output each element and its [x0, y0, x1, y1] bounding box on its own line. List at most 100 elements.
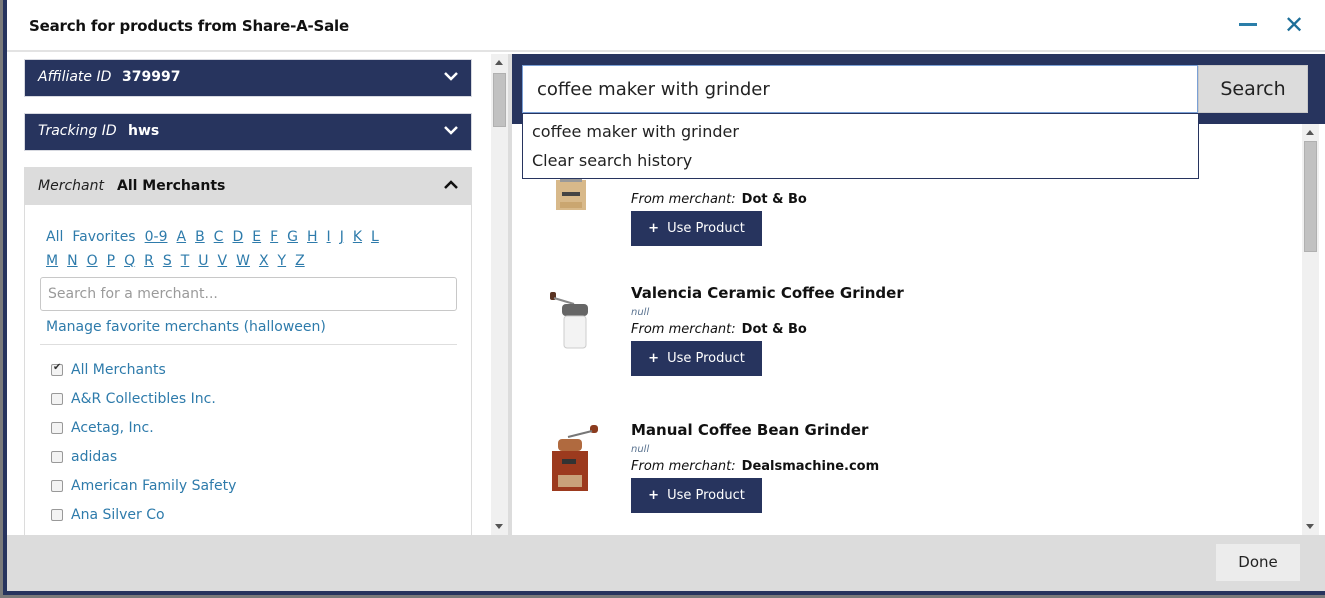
alpha-filter-o[interactable]: O: [87, 253, 98, 269]
alpha-filter-x[interactable]: X: [259, 253, 269, 269]
close-button[interactable]: ✕: [1279, 10, 1309, 40]
alpha-filter-0-9[interactable]: 0-9: [145, 229, 168, 245]
scrollbar-thumb[interactable]: [493, 73, 506, 127]
merchant-name: A&R Collectibles Inc.: [71, 391, 216, 407]
alpha-filter-j[interactable]: J: [340, 229, 344, 245]
scroll-up-icon[interactable]: [495, 60, 503, 65]
alpha-filter-h[interactable]: H: [307, 229, 318, 245]
manage-favorites-link[interactable]: Manage favorite merchants (halloween): [46, 319, 326, 335]
product-result: Valencia Ceramic Coffee Grinder null From …: [512, 284, 1292, 404]
dialog-title: Search for products from Share-A-Sale: [29, 17, 349, 35]
minimize-icon: [1239, 23, 1257, 26]
use-product-button[interactable]: + Use Product: [631, 478, 762, 513]
product-merchant: From merchant: Dot & Bo: [631, 192, 807, 207]
use-product-label: Use Product: [667, 488, 745, 503]
product-merchant: From merchant: Dealsmachine.com: [631, 459, 879, 474]
alpha-filter-e[interactable]: E: [252, 229, 261, 245]
search-button[interactable]: Search: [1198, 65, 1308, 113]
alpha-filter-p[interactable]: P: [107, 253, 115, 269]
suggestion-item[interactable]: coffee maker with grinder: [532, 122, 739, 141]
product-title[interactable]: Valencia Ceramic Coffee Grinder: [631, 284, 904, 302]
merchant-checkbox[interactable]: [51, 451, 63, 463]
alpha-filter-v[interactable]: V: [218, 253, 228, 269]
results-scrollbar[interactable]: [1302, 124, 1319, 535]
merchant-checkbox[interactable]: [51, 393, 63, 405]
use-product-label: Use Product: [667, 221, 745, 236]
product-title[interactable]: Manual Coffee Bean Grinder: [631, 421, 868, 439]
clear-search-history[interactable]: Clear search history: [532, 151, 692, 170]
alpha-filter-k[interactable]: K: [353, 229, 362, 245]
chevron-up-icon: [444, 180, 458, 189]
alpha-filter-row: All Favorites 0-9 A B C D E F G H I J K L: [46, 229, 388, 245]
search-suggestions-dropdown: coffee maker with grinder Clear search h…: [522, 114, 1199, 179]
alpha-filter-s[interactable]: S: [163, 253, 172, 269]
scroll-down-icon[interactable]: [1306, 524, 1314, 529]
merchant-name: All Merchants: [71, 362, 166, 378]
alpha-filter-row: MNOPQRSTUVWXYZ: [46, 253, 314, 269]
alpha-filter-u[interactable]: U: [198, 253, 208, 269]
merchant-search-input[interactable]: [40, 277, 457, 311]
alpha-filter-all[interactable]: All: [46, 229, 63, 245]
alpha-filter-favorites[interactable]: Favorites: [72, 229, 135, 245]
merchant-name: American Family Safety: [71, 478, 237, 494]
plus-icon: +: [648, 488, 660, 503]
alpha-filter-g[interactable]: G: [287, 229, 298, 245]
tracking-id-label: Tracking ID: [38, 123, 117, 139]
merchant-accordion[interactable]: Merchant All Merchants: [25, 168, 471, 205]
from-merchant-label: From merchant:: [631, 322, 736, 337]
filter-panel: Affiliate ID 379997 Tracking ID hws Merc…: [7, 54, 491, 535]
merchant-name: Dot & Bo: [741, 322, 807, 337]
alpha-filter-r[interactable]: R: [144, 253, 154, 269]
alpha-filter-i[interactable]: I: [327, 229, 331, 245]
merchant-name: adidas: [71, 449, 118, 465]
affiliate-id-accordion[interactable]: Affiliate ID 379997: [24, 59, 472, 97]
filter-panel-scrollbar[interactable]: [491, 54, 508, 535]
tracking-id-accordion[interactable]: Tracking ID hws: [24, 113, 472, 151]
alpha-filter-m[interactable]: M: [46, 253, 58, 269]
alpha-filter-f[interactable]: F: [270, 229, 278, 245]
merchant-checkbox[interactable]: [51, 362, 63, 376]
manual-coffee-grinder-image: [542, 425, 602, 505]
product-result: Manual Coffee Bean Grinder null From merch…: [512, 421, 1292, 535]
use-product-button[interactable]: + Use Product: [631, 341, 762, 376]
plus-icon: +: [648, 221, 660, 236]
chevron-down-icon: [444, 126, 458, 135]
dialog: Search for products from Share-A-Sale ✕ …: [7, 0, 1325, 591]
alpha-filter-l[interactable]: L: [371, 229, 379, 245]
minimize-button[interactable]: [1233, 10, 1263, 40]
product-search-input[interactable]: [522, 65, 1198, 113]
alpha-filter-q[interactable]: Q: [124, 253, 135, 269]
merchant-section: Merchant All Merchants All Favorites 0-9 A B…: [24, 167, 472, 535]
ceramic-coffee-grinder-image: [542, 290, 602, 370]
alpha-filter-t[interactable]: T: [181, 253, 190, 269]
use-product-label: Use Product: [667, 351, 745, 366]
scroll-up-icon[interactable]: [1306, 130, 1314, 135]
alpha-filter-n[interactable]: N: [67, 253, 77, 269]
alpha-filter-y[interactable]: Y: [278, 253, 287, 269]
use-product-button[interactable]: + Use Product: [631, 211, 762, 246]
done-button[interactable]: Done: [1216, 544, 1300, 581]
alpha-filter-c[interactable]: C: [214, 229, 224, 245]
results-list: From merchant: Dot & Bo + Use Product Valenc…: [512, 124, 1302, 535]
plus-icon: +: [648, 351, 660, 366]
alpha-filter-a[interactable]: A: [176, 229, 186, 245]
merchant-checkbox[interactable]: [51, 422, 63, 434]
scroll-down-icon[interactable]: [495, 524, 503, 529]
scrollbar-thumb[interactable]: [1304, 141, 1317, 252]
alpha-filter-w[interactable]: W: [236, 253, 250, 269]
merchant-name: Dot & Bo: [741, 192, 807, 207]
merchant-checkbox[interactable]: [51, 509, 63, 521]
alpha-filter-b[interactable]: B: [195, 229, 205, 245]
alpha-filter-z[interactable]: Z: [295, 253, 305, 269]
affiliate-id-value: 379997: [122, 69, 181, 85]
dialog-frame: Search for products from Share-A-Sale ✕ …: [3, 0, 1325, 595]
alpha-filter-d[interactable]: D: [232, 229, 243, 245]
product-description: null: [631, 307, 650, 318]
chevron-down-icon: [444, 72, 458, 81]
merchant-name: Ana Silver Co: [71, 507, 165, 523]
from-merchant-label: From merchant:: [631, 192, 736, 207]
merchant-checkbox[interactable]: [51, 480, 63, 492]
merchant-label: Merchant: [38, 178, 104, 194]
tracking-id-value: hws: [128, 123, 160, 139]
from-merchant-label: From merchant:: [631, 459, 736, 474]
